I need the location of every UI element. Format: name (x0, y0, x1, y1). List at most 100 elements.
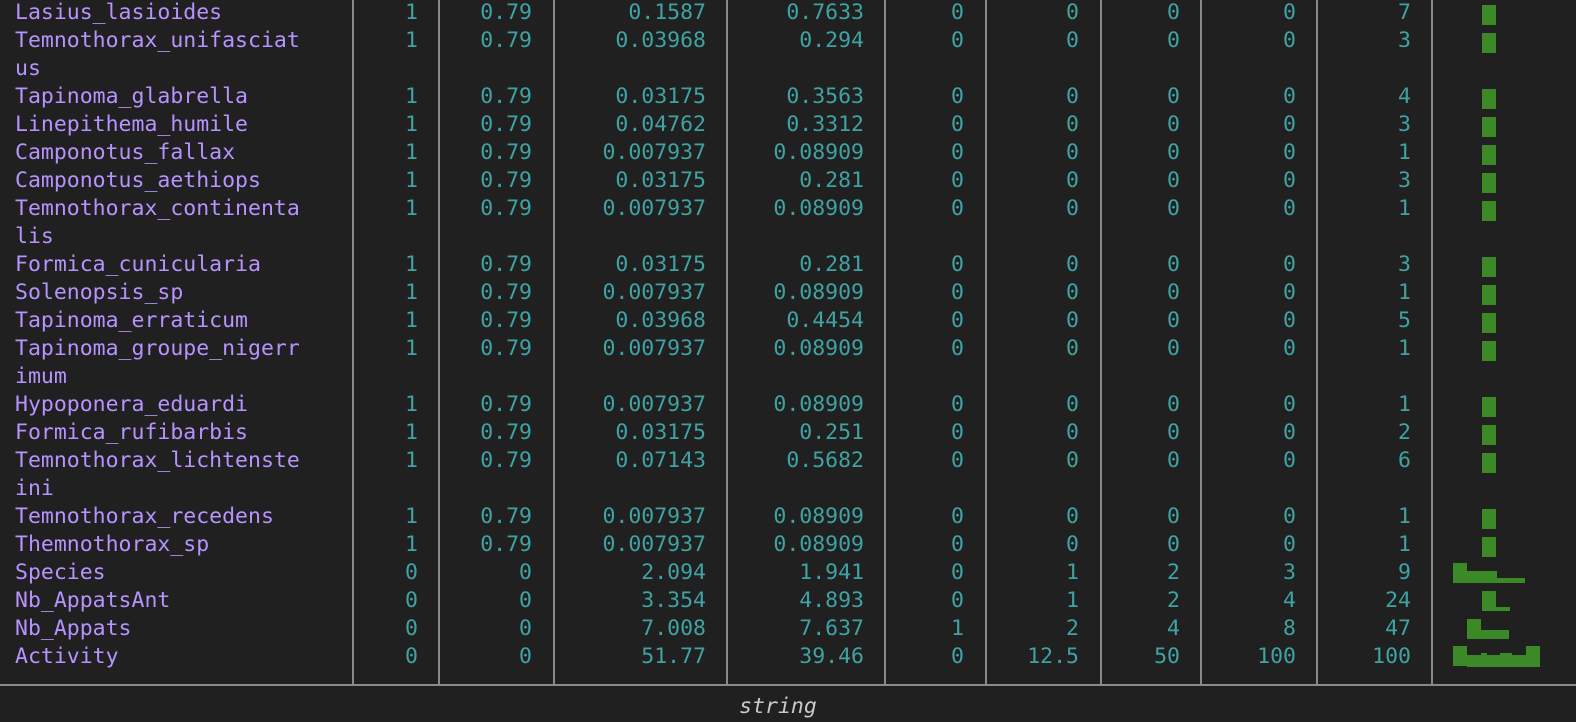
col-n-value: 1 (405, 28, 418, 53)
column-separator (553, 0, 555, 684)
col-p100-value: 1 (1398, 196, 1411, 221)
col-mean-value: 0.1587 (628, 0, 706, 25)
col-n-value: 1 (405, 308, 418, 333)
col-p25-value: 12.5 (1027, 644, 1079, 669)
histogram-bar (1453, 646, 1467, 666)
col-p25-value: 1 (1066, 588, 1079, 613)
histogram-bar (1482, 425, 1496, 445)
histogram-bar (1482, 313, 1496, 333)
col-p50-value: 0 (1167, 392, 1180, 417)
col-n-value: 1 (405, 420, 418, 445)
col-p0-value: 0 (951, 644, 964, 669)
col-sd-value: 0.08909 (773, 532, 864, 557)
row-label: Solenopsis_sp (15, 280, 184, 305)
col-n-value: 1 (405, 280, 418, 305)
row-label: Themnothorax_sp (15, 532, 210, 557)
col-mean-value: 0.007937 (602, 532, 706, 557)
col-p75-value: 0 (1283, 308, 1296, 333)
col-n-value: 1 (405, 532, 418, 557)
col-p-value: 0 (519, 644, 532, 669)
histogram-bar (1481, 630, 1509, 639)
col-p-value: 0 (519, 588, 532, 613)
col-p25-value: 0 (1066, 504, 1079, 529)
col-p0-value: 0 (951, 588, 964, 613)
row-label: Lasius_lasioides (15, 0, 223, 25)
col-p-value: 0.79 (480, 504, 532, 529)
col-p0-value: 1 (951, 616, 964, 641)
col-p100-value: 2 (1398, 420, 1411, 445)
row-label: Camponotus_fallax (15, 140, 236, 165)
col-mean-value: 0.03175 (615, 84, 706, 109)
col-p75-value: 0 (1283, 280, 1296, 305)
col-p100-value: 1 (1398, 336, 1411, 361)
histogram-bar (1467, 655, 1526, 667)
row-label: Linepithema_humile (15, 112, 248, 137)
col-p100-value: 5 (1398, 308, 1411, 333)
col-p100-value: 9 (1398, 560, 1411, 585)
col-sd-value: 0.3563 (786, 84, 864, 109)
col-p100-value: 4 (1398, 84, 1411, 109)
col-p50-value: 0 (1167, 28, 1180, 53)
col-mean-value: 0.03968 (615, 28, 706, 53)
histogram-bar (1482, 509, 1496, 529)
histogram-bar (1482, 5, 1496, 25)
col-p50-value: 2 (1167, 560, 1180, 585)
col-p0-value: 0 (951, 532, 964, 557)
row-label: Tapinoma_groupe_nigerr (15, 336, 300, 361)
col-p-value: 0.79 (480, 532, 532, 557)
col-mean-value: 51.77 (641, 644, 706, 669)
row-label-wrap: imum (15, 364, 67, 389)
col-p0-value: 0 (951, 252, 964, 277)
col-p100-value: 1 (1398, 504, 1411, 529)
histogram-bar (1453, 563, 1467, 583)
col-p75-value: 0 (1283, 0, 1296, 25)
col-p25-value: 0 (1066, 84, 1079, 109)
col-p50-value: 0 (1167, 140, 1180, 165)
col-p-value: 0 (519, 560, 532, 585)
col-mean-value: 0.007937 (602, 280, 706, 305)
col-sd-value: 0.08909 (773, 280, 864, 305)
col-n-value: 0 (405, 616, 418, 641)
col-p75-value: 0 (1283, 420, 1296, 445)
column-separator (1431, 0, 1433, 684)
col-p25-value: 0 (1066, 112, 1079, 137)
column-separator (985, 0, 987, 684)
col-p-value: 0.79 (480, 84, 532, 109)
row-label: Tapinoma_glabrella (15, 84, 248, 109)
col-p75-value: 0 (1283, 336, 1296, 361)
col-p50-value: 0 (1167, 196, 1180, 221)
col-p0-value: 0 (951, 84, 964, 109)
row-label: Temnothorax_unifasciat (15, 28, 300, 53)
col-p100-value: 3 (1398, 112, 1411, 137)
col-p-value: 0.79 (480, 336, 532, 361)
histogram-bar (1497, 578, 1525, 583)
row-label: Temnothorax_recedens (15, 504, 274, 529)
col-p25-value: 0 (1066, 448, 1079, 473)
col-p25-value: 0 (1066, 336, 1079, 361)
col-mean-value: 0.03175 (615, 252, 706, 277)
row-label: Formica_rufibarbis (15, 420, 248, 445)
col-p25-value: 0 (1066, 168, 1079, 193)
histogram-bar (1482, 453, 1496, 473)
col-mean-value: 0.007937 (602, 196, 706, 221)
col-mean-value: 0.007937 (602, 392, 706, 417)
col-n-value: 1 (405, 84, 418, 109)
histogram-bar (1481, 653, 1487, 657)
col-p100-value: 3 (1398, 168, 1411, 193)
col-p0-value: 0 (951, 280, 964, 305)
col-p100-value: 7 (1398, 0, 1411, 25)
row-label: Nb_Appats (15, 616, 132, 641)
col-p75-value: 0 (1283, 28, 1296, 53)
col-p100-value: 1 (1398, 532, 1411, 557)
col-sd-value: 4.893 (799, 588, 864, 613)
col-p100-value: 1 (1398, 140, 1411, 165)
histogram-bar (1526, 646, 1540, 667)
col-p-value: 0.79 (480, 280, 532, 305)
col-sd-value: 0.251 (799, 420, 864, 445)
col-p50-value: 0 (1167, 252, 1180, 277)
col-p0-value: 0 (951, 504, 964, 529)
col-p100-value: 47 (1385, 616, 1411, 641)
col-mean-value: 3.354 (641, 588, 706, 613)
col-n-value: 1 (405, 504, 418, 529)
col-p-value: 0.79 (480, 308, 532, 333)
